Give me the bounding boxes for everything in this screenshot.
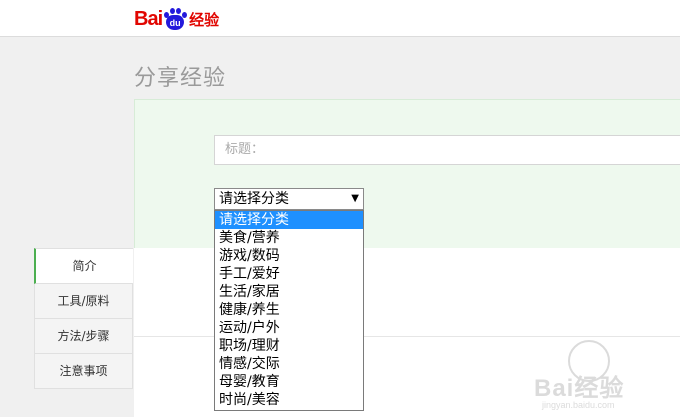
category-option[interactable]: 美食/营养 bbox=[215, 229, 363, 247]
top-bar: Bai du 经验 bbox=[0, 0, 680, 37]
category-option[interactable]: 游戏/数码 bbox=[215, 247, 363, 265]
category-option[interactable]: 运动/户外 bbox=[215, 319, 363, 337]
logo-du-text: du bbox=[169, 18, 181, 28]
baidu-paw-icon: du bbox=[163, 8, 188, 30]
category-dropdown-list: 请选择分类 美食/营养 游戏/数码 手工/爱好 生活/家居 健康/养生 运动/户… bbox=[214, 210, 364, 411]
watermark-url: jingyan.baidu.com bbox=[542, 400, 615, 410]
baidu-watermark: Bai经验 jingyan.baidu.com bbox=[522, 340, 680, 410]
title-input[interactable]: 标题： bbox=[214, 135, 680, 165]
category-select-value: 请选择分类 bbox=[219, 191, 289, 207]
category-option[interactable]: 请选择分类 bbox=[215, 211, 363, 229]
tab-intro[interactable]: 简介 bbox=[34, 248, 133, 284]
category-option[interactable]: 职场/理财 bbox=[215, 337, 363, 355]
page-title: 分享经验 bbox=[134, 66, 227, 91]
category-select[interactable]: 请选择分类 ▼ bbox=[214, 188, 364, 210]
logo-jingyan-text: 经验 bbox=[189, 10, 220, 29]
logo-bai-text: Bai bbox=[134, 7, 163, 30]
category-option[interactable]: 生活/家居 bbox=[215, 283, 363, 301]
watermark-text: Bai经验 bbox=[534, 375, 625, 402]
category-option[interactable]: 时尚/美容 bbox=[215, 391, 363, 409]
category-option[interactable]: 情感/交际 bbox=[215, 355, 363, 373]
category-option[interactable]: 母婴/教育 bbox=[215, 373, 363, 391]
category-option[interactable]: 手工/爱好 bbox=[215, 265, 363, 283]
baidu-jingyan-logo[interactable]: Bai du 经验 bbox=[134, 7, 219, 31]
category-option[interactable]: 健康/养生 bbox=[215, 301, 363, 319]
tab-notes[interactable]: 注意事项 bbox=[34, 354, 133, 389]
tab-steps[interactable]: 方法/步骤 bbox=[34, 319, 133, 354]
dropdown-arrow-icon: ▼ bbox=[351, 193, 359, 204]
side-tabs: 简介 工具/原料 方法/步骤 注意事项 bbox=[34, 248, 133, 389]
tab-tools[interactable]: 工具/原料 bbox=[34, 284, 133, 319]
